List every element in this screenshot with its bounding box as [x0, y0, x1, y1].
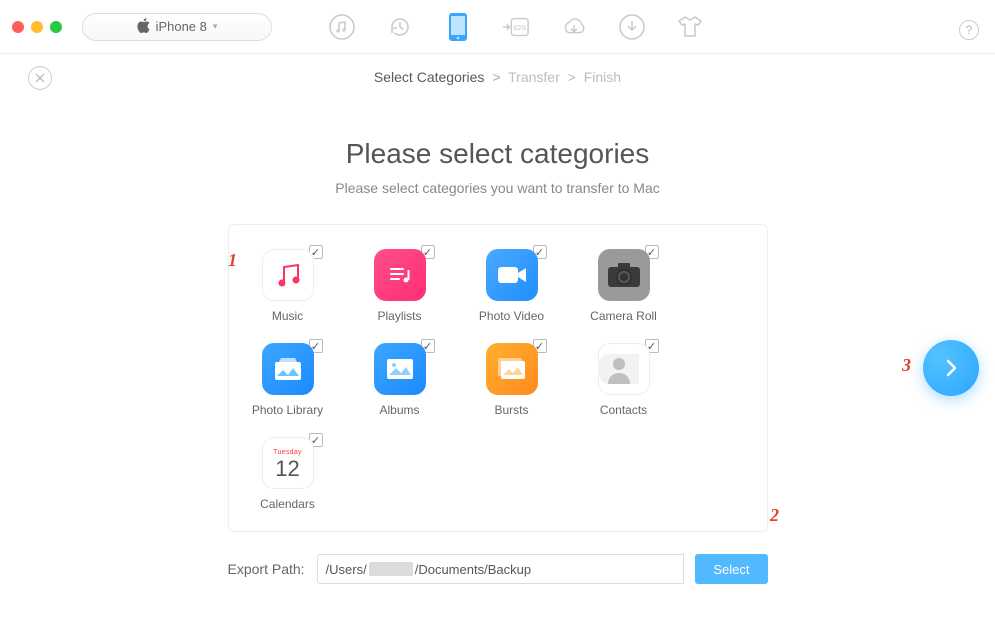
calendar-day: 12 — [275, 456, 299, 482]
category-label: Photo Video — [479, 309, 544, 323]
playlists-icon — [374, 249, 426, 301]
category-label: Calendars — [260, 497, 315, 511]
nav-cloud-icon[interactable] — [560, 13, 588, 41]
category-bursts[interactable]: ✓ Bursts — [473, 343, 551, 417]
category-camera-roll[interactable]: ✓ Camera Roll — [585, 249, 663, 323]
chevron-down-icon: ▾ — [213, 21, 218, 32]
apple-icon — [137, 18, 150, 36]
category-label: Camera Roll — [590, 309, 657, 323]
window-controls — [12, 21, 62, 33]
category-label: Music — [272, 309, 303, 323]
photo-library-icon — [262, 343, 314, 395]
category-label: Contacts — [600, 403, 647, 417]
nav-history-icon[interactable] — [386, 13, 414, 41]
export-row: Export Path: /Users/ /Documents/Backup S… — [228, 554, 768, 584]
svg-text:iOS: iOS — [514, 22, 526, 31]
export-path-suffix: /Documents/Backup — [415, 562, 531, 577]
category-playlists[interactable]: ✓ Playlists — [361, 249, 439, 323]
category-label: Bursts — [494, 403, 528, 417]
category-panel: ✓ Music ✓ Playlists ✓ Photo Video ✓ — [228, 224, 768, 532]
category-photo-video[interactable]: ✓ Photo Video — [473, 249, 551, 323]
category-music[interactable]: ✓ Music — [249, 249, 327, 323]
calendar-icon: Tuesday 12 — [262, 437, 314, 489]
export-path-label: Export Path: — [228, 561, 305, 577]
breadcrumb-bar: Select Categories > Transfer > Finish — [0, 54, 995, 100]
nav-download-icon[interactable] — [618, 13, 646, 41]
video-icon — [486, 249, 538, 301]
crumb-step3: Finish — [584, 69, 621, 85]
albums-icon — [374, 343, 426, 395]
crumb-step1: Select Categories — [374, 69, 485, 85]
annotation-2: 2 — [770, 505, 779, 526]
redacted-username — [369, 562, 413, 576]
window-close-button[interactable] — [12, 21, 24, 33]
nav-phone-icon[interactable] — [444, 13, 472, 41]
select-path-button[interactable]: Select — [695, 554, 767, 584]
category-label: Photo Library — [252, 403, 323, 417]
window-zoom-button[interactable] — [50, 21, 62, 33]
export-path-prefix: /Users/ — [326, 562, 367, 577]
top-nav: iOS — [328, 13, 704, 41]
contacts-icon — [598, 343, 650, 395]
category-calendars[interactable]: ✓ Tuesday 12 Calendars — [249, 437, 327, 511]
close-button[interactable] — [28, 66, 52, 90]
calendar-weekday: Tuesday — [273, 444, 302, 456]
help-glyph: ? — [966, 23, 973, 37]
nav-to-ios-icon[interactable]: iOS — [502, 13, 530, 41]
category-albums[interactable]: ✓ Albums — [361, 343, 439, 417]
next-button[interactable] — [923, 340, 979, 396]
breadcrumb: Select Categories > Transfer > Finish — [374, 69, 621, 85]
nav-tshirt-icon[interactable] — [676, 13, 704, 41]
help-button[interactable]: ? — [959, 20, 979, 40]
category-label: Playlists — [377, 309, 421, 323]
device-selector[interactable]: iPhone 8 ▾ — [82, 13, 272, 41]
crumb-step2: Transfer — [508, 69, 560, 85]
device-name: iPhone 8 — [156, 19, 207, 34]
page-title: Please select categories — [0, 138, 995, 170]
category-photo-library[interactable]: ✓ Photo Library — [249, 343, 327, 417]
bursts-icon — [486, 343, 538, 395]
chevron-right-icon — [940, 357, 962, 379]
camera-icon — [598, 249, 650, 301]
category-grid: ✓ Music ✓ Playlists ✓ Photo Video ✓ — [249, 249, 747, 511]
nav-music-icon[interactable] — [328, 13, 356, 41]
music-icon — [262, 249, 314, 301]
titlebar: iPhone 8 ▾ iOS ? — [0, 0, 995, 54]
export-path-field[interactable]: /Users/ /Documents/Backup — [317, 554, 685, 584]
category-contacts[interactable]: ✓ Contacts — [585, 343, 663, 417]
category-label: Albums — [379, 403, 419, 417]
annotation-3: 3 — [902, 355, 911, 376]
window-minimize-button[interactable] — [31, 21, 43, 33]
annotation-1: 1 — [228, 250, 237, 271]
page-subtitle: Please select categories you want to tra… — [0, 180, 995, 196]
